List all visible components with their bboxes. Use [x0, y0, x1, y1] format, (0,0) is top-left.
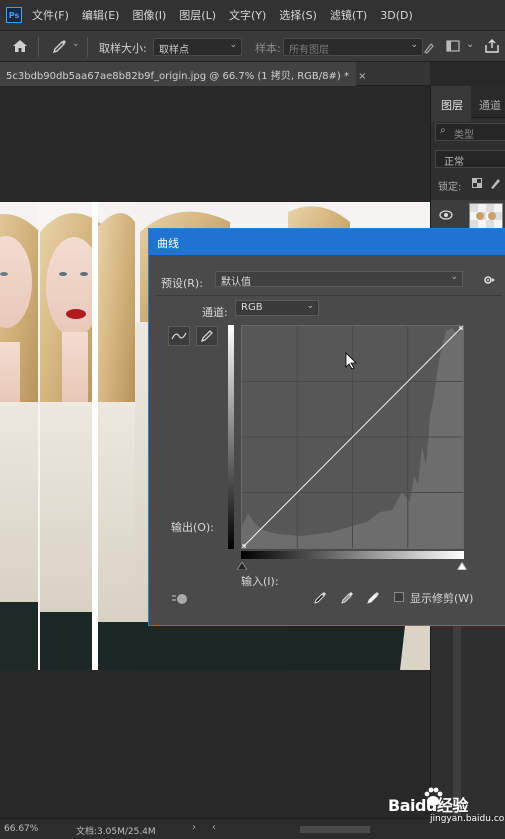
document-tab-bar: 5c3bdb90db5aa67ae8b82b9f_origin.jpg @ 66… [0, 62, 430, 86]
lock-label: 锁定: [438, 182, 462, 193]
status-menu-chevron-icon[interactable]: › [192, 822, 196, 833]
chevron-down-icon: ⌄ [306, 301, 314, 311]
eyedropper-tool-icon[interactable] [52, 38, 68, 54]
close-tab-icon[interactable]: × [358, 71, 366, 82]
document-info: 文档:3.05M/25.4M [76, 827, 156, 837]
curves-dialog: 曲线 预设(R): 默认值 ⌄ 通道: RGB ⌄ 输出(O): 输入(I): … [148, 228, 505, 626]
channel-value: RGB [241, 302, 263, 313]
options-bar: ⌄ 取样大小: 取样点 ⌄ 样本: 所有图层 ⌄ ⌄ [0, 30, 505, 62]
gray-point-eyedropper-icon[interactable] [340, 591, 354, 605]
input-label: 输入(I): [241, 575, 279, 588]
menu-bar: Ps 文件(F) 编辑(E) 图像(I) 图层(L) 文字(Y) 选择(S) 滤… [0, 0, 505, 30]
tab-layers[interactable]: 图层 [431, 86, 471, 122]
menu-3d[interactable]: 3D(D) [380, 9, 413, 22]
divider [157, 295, 502, 296]
pencil-icon [201, 330, 213, 342]
menu-layer[interactable]: 图层(L) [179, 7, 216, 23]
lock-transparent-pixels-icon[interactable] [472, 178, 482, 188]
photoshop-logo-icon: Ps [6, 7, 22, 23]
sample-label: 样本: [255, 42, 281, 55]
black-input-slider-icon[interactable] [237, 562, 247, 570]
tab-layers-label: 图层 [441, 99, 463, 112]
horizontal-scrollbar-thumb[interactable] [300, 826, 370, 833]
tool-preset-chevron-icon[interactable]: ⌄ [72, 39, 80, 49]
divider [38, 37, 39, 57]
blend-mode-dropdown[interactable]: 正常 [435, 150, 505, 168]
chevron-down-icon: ⌄ [410, 40, 418, 50]
chevron-down-icon: ⌄ [450, 272, 458, 282]
preset-options-gear-icon[interactable] [482, 274, 496, 286]
on-image-adjustment-icon[interactable] [171, 590, 189, 606]
watermark-brand: Baidu经验 [388, 796, 468, 815]
sample-value: 所有图层 [289, 45, 329, 56]
show-clipping-checkbox[interactable] [394, 592, 404, 602]
layer-thumbnail-image [470, 204, 502, 228]
lock-image-pixels-icon[interactable] [489, 177, 501, 189]
layer-thumbnail [469, 203, 503, 229]
curves-title-bar[interactable]: 曲线 [149, 229, 505, 255]
eye-visibility-icon[interactable] [439, 210, 453, 220]
tab-channels[interactable]: 通道 [479, 97, 501, 113]
blend-mode-value: 正常 [444, 157, 464, 168]
sample-size-label: 取样大小: [99, 42, 147, 55]
sample-dropdown[interactable]: 所有图层 ⌄ [283, 38, 423, 56]
baidu-jingyan-watermark: Baidu经验 jingyan.baidu.com [388, 786, 505, 826]
white-point-eyedropper-icon[interactable] [366, 591, 380, 605]
share-icon[interactable] [484, 38, 500, 54]
preset-value: 默认值 [221, 277, 251, 288]
divider [87, 37, 88, 57]
search-placeholder: 类型 [454, 130, 474, 141]
home-icon[interactable] [12, 39, 28, 53]
document-tab-title: 5c3bdb90db5aa67ae8b82b9f_origin.jpg @ 66… [6, 71, 349, 82]
output-gradient-bar [228, 325, 234, 549]
brush-icon[interactable] [423, 40, 435, 54]
menu-edit[interactable]: 编辑(E) [82, 7, 120, 23]
white-input-slider-icon[interactable] [457, 562, 467, 570]
channel-dropdown[interactable]: RGB ⌄ [235, 300, 319, 316]
screen-mode-icon[interactable] [446, 40, 460, 52]
menu-image[interactable]: 图像(I) [132, 7, 166, 23]
preset-label: 预设(R): [161, 277, 203, 290]
sample-size-dropdown[interactable]: 取样点 ⌄ [153, 38, 242, 56]
menu-filter[interactable]: 滤镜(T) [330, 7, 367, 23]
zoom-level[interactable]: 66.67% [4, 824, 38, 834]
layer-filter-search[interactable]: ⌕ 类型 [435, 123, 505, 141]
curve-wave-icon [171, 332, 187, 340]
menu-select[interactable]: 选择(S) [279, 7, 317, 23]
document-tab[interactable]: 5c3bdb90db5aa67ae8b82b9f_origin.jpg @ 66… [0, 62, 367, 86]
menu-type[interactable]: 文字(Y) [229, 7, 266, 23]
search-icon: ⌕ [440, 125, 446, 136]
show-clipping-label: 显示修剪(W) [410, 592, 474, 605]
watermark-url: jingyan.baidu.com [430, 814, 505, 824]
pencil-tool-button[interactable] [196, 326, 218, 346]
preset-dropdown[interactable]: 默认值 ⌄ [215, 271, 463, 288]
channel-label: 通道: [202, 306, 228, 319]
menu-file[interactable]: 文件(F) [32, 7, 69, 23]
input-gradient-bar [241, 551, 464, 559]
sample-size-value: 取样点 [159, 45, 189, 56]
curve-point-tool-button[interactable] [168, 326, 190, 346]
curves-title: 曲线 [157, 237, 179, 250]
dropdown-chevron-icon[interactable]: ⌄ [466, 39, 474, 50]
black-point-eyedropper-icon[interactable] [313, 591, 327, 605]
mouse-cursor-icon [345, 352, 357, 370]
output-label: 输出(O): [171, 521, 214, 534]
chevron-down-icon: ⌄ [229, 40, 237, 50]
scroll-left-icon[interactable]: ‹ [212, 822, 216, 833]
